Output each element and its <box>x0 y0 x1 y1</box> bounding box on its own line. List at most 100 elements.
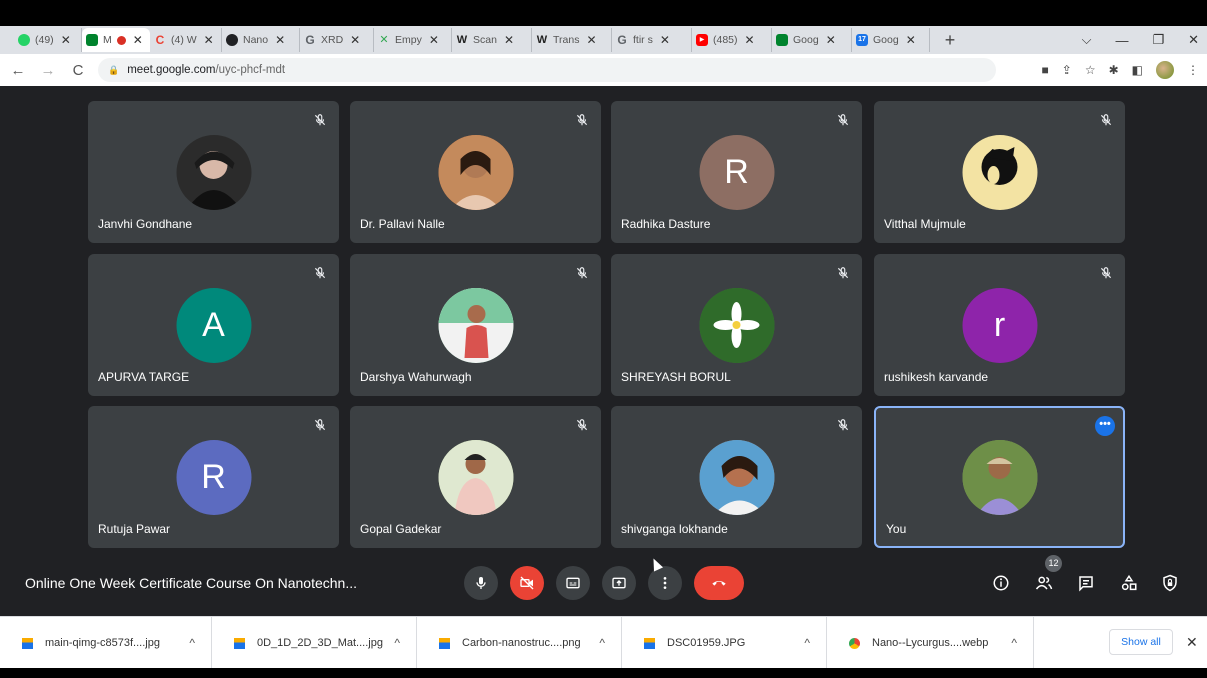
host-controls-button[interactable] <box>1159 572 1181 594</box>
people-button[interactable] <box>1033 572 1055 594</box>
google-icon: G <box>305 33 315 47</box>
participant-avatar: R <box>176 440 251 515</box>
participant-name: Vitthal Mujmule <box>884 217 966 231</box>
camera-indicator-icon[interactable]: ■ <box>1042 63 1049 77</box>
tab-ftir[interactable]: G ftir s ✕ <box>612 28 692 52</box>
close-icon[interactable]: ✕ <box>504 33 514 47</box>
close-icon[interactable]: ✕ <box>350 33 360 47</box>
camera-off-button[interactable] <box>510 566 544 600</box>
microphone-icon <box>476 577 486 589</box>
participant-tile[interactable]: shivganga lokhande <box>611 406 862 548</box>
side-panel-icon[interactable]: ◧ <box>1132 63 1143 77</box>
chevron-up-icon[interactable]: ^ <box>1011 636 1017 650</box>
menu-kebab-icon[interactable]: ⋮ <box>1187 63 1199 77</box>
chevron-up-icon[interactable]: ^ <box>599 636 605 650</box>
extensions-icon[interactable]: ✱ <box>1109 63 1119 77</box>
close-icon[interactable]: ✕ <box>906 33 916 47</box>
participant-avatar <box>438 288 513 363</box>
meeting-title[interactable]: Online One Week Certificate Course On Na… <box>25 575 357 591</box>
restore-icon[interactable]: ❐ <box>1152 32 1164 48</box>
tab-scan[interactable]: W Scan ✕ <box>452 28 532 52</box>
close-icon[interactable]: ✕ <box>660 33 670 47</box>
chevron-up-icon[interactable]: ^ <box>189 636 195 650</box>
download-item[interactable]: DSC01959.JPG ^ <box>622 617 827 669</box>
forward-icon[interactable]: → <box>36 62 60 79</box>
download-item[interactable]: Nano--Lycurgus....webp ^ <box>827 617 1034 669</box>
participant-name: Rutuja Pawar <box>98 522 171 536</box>
participant-tile[interactable]: R Radhika Dasture <box>611 101 862 243</box>
tab-search-icon[interactable]: ⌵ <box>1082 32 1092 48</box>
participant-tile[interactable]: Vitthal Mujmule <box>874 101 1125 243</box>
more-vert-icon <box>663 577 667 589</box>
mic-off-icon <box>836 266 850 280</box>
chat-button[interactable] <box>1075 572 1097 594</box>
close-icon[interactable]: ✕ <box>586 33 596 47</box>
mic-off-icon <box>836 418 850 432</box>
participant-avatar <box>438 135 513 210</box>
google-icon: G <box>617 33 627 47</box>
hang-up-icon <box>712 581 726 586</box>
calendar-icon: 17 <box>856 34 868 46</box>
image-file-icon <box>439 637 450 649</box>
captions-button[interactable] <box>556 566 590 600</box>
microphone-button[interactable] <box>464 566 498 600</box>
close-icon[interactable]: ✕ <box>745 33 755 47</box>
participant-tile[interactable]: SHREYASH BORUL <box>611 254 862 396</box>
present-screen-icon <box>612 577 626 589</box>
participant-tile[interactable]: A APURVA TARGE <box>88 254 339 396</box>
tab-nano[interactable]: Nano ✕ <box>222 28 300 52</box>
tab-xrd[interactable]: G XRD ✕ <box>300 28 374 52</box>
participant-tile[interactable]: r rushikesh karvande <box>874 254 1125 396</box>
new-tab-button[interactable]: + <box>940 30 960 51</box>
download-item[interactable]: main-qimg-c8573f....jpg ^ <box>0 617 212 669</box>
minimize-icon[interactable]: — <box>1115 33 1128 48</box>
url-field[interactable]: 🔒 meet.google.com/uyc-phcf-mdt <box>98 58 996 82</box>
address-bar: ← → C 🔒 meet.google.com/uyc-phcf-mdt ■ ⇪… <box>0 54 1207 86</box>
download-item[interactable]: 0D_1D_2D_3D_Mat....jpg ^ <box>212 617 417 669</box>
chevron-up-icon[interactable]: ^ <box>394 636 400 650</box>
close-downloads-icon[interactable]: ✕ <box>1186 634 1198 651</box>
close-icon[interactable]: ✕ <box>826 33 836 47</box>
participant-tile[interactable]: Janvhi Gondhane <box>88 101 339 243</box>
close-icon[interactable]: ✕ <box>61 33 71 47</box>
tab-empy[interactable]: ✕ Empy ✕ <box>374 28 452 52</box>
close-icon[interactable]: ✕ <box>133 33 143 47</box>
tab-goog-calendar[interactable]: 17 Goog ✕ <box>852 28 930 52</box>
whatsapp-icon <box>18 34 30 46</box>
participant-count-badge: 12 <box>1045 555 1062 572</box>
tab-goog-meet[interactable]: Goog ✕ <box>772 28 852 52</box>
mic-off-icon <box>836 113 850 127</box>
close-icon[interactable]: ✕ <box>204 33 214 47</box>
participant-avatar <box>699 440 774 515</box>
leave-call-button[interactable] <box>694 566 744 600</box>
tab-meet[interactable]: M ✕ <box>82 28 150 52</box>
participant-name: SHREYASH BORUL <box>621 370 731 384</box>
close-icon[interactable]: ✕ <box>429 33 439 47</box>
self-tile[interactable]: ••• You <box>874 406 1125 548</box>
more-options-icon[interactable]: ••• <box>1095 416 1115 436</box>
tool-icon: ✕ <box>379 34 389 46</box>
show-all-downloads-button[interactable]: Show all <box>1109 629 1173 655</box>
lock-icon: 🔒 <box>108 64 120 75</box>
activities-button[interactable] <box>1118 572 1140 594</box>
participant-tile[interactable]: Dr. Pallavi Nalle <box>350 101 601 243</box>
close-icon[interactable]: ✕ <box>275 33 285 47</box>
participant-tile[interactable]: Darshya Wahurwagh <box>350 254 601 396</box>
profile-avatar-icon[interactable] <box>1156 61 1174 79</box>
bookmark-star-icon[interactable]: ☆ <box>1085 63 1096 77</box>
shield-lock-icon <box>1163 574 1177 592</box>
participant-tile[interactable]: R Rutuja Pawar <box>88 406 339 548</box>
chevron-up-icon[interactable]: ^ <box>804 636 810 650</box>
download-item[interactable]: Carbon-nanostruc....png ^ <box>417 617 622 669</box>
tab-trans[interactable]: W Trans ✕ <box>532 28 612 52</box>
back-icon[interactable]: ← <box>6 62 30 79</box>
participant-tile[interactable]: Gopal Gadekar <box>350 406 601 548</box>
tab-whatsapp[interactable]: (49) ✕ <box>14 28 82 52</box>
tab-classroom[interactable]: C (4) W ✕ <box>150 28 222 52</box>
meeting-details-button[interactable] <box>990 572 1012 594</box>
present-screen-button[interactable] <box>602 566 636 600</box>
window-close-icon[interactable]: ✕ <box>1188 32 1199 48</box>
share-icon[interactable]: ⇪ <box>1062 63 1072 77</box>
tab-youtube[interactable]: ▶ (485) ✕ <box>692 28 772 52</box>
reload-icon[interactable]: C <box>66 62 90 79</box>
